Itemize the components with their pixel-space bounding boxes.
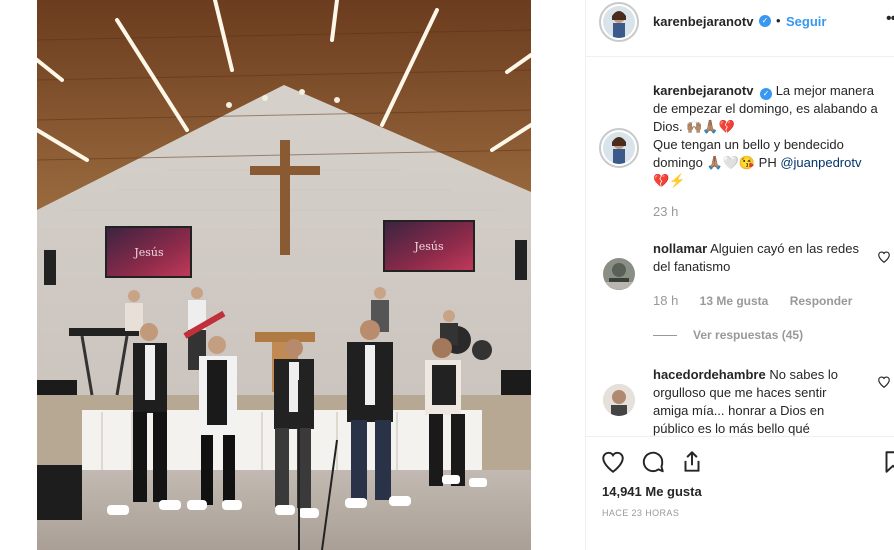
comment-time[interactable]: 18 h xyxy=(653,293,678,308)
mention-link[interactable]: @juanpedrotv xyxy=(780,155,861,170)
post-actions: 14,941 Me gusta HACE 23 HORAS xyxy=(586,436,894,550)
comment-likes[interactable]: 13 Me gusta xyxy=(700,294,769,308)
replies-divider xyxy=(653,335,677,337)
caption-avatar[interactable] xyxy=(599,128,639,168)
comment-meta: 18 h 13 Me gusta Responder xyxy=(653,293,870,308)
heart-icon[interactable] xyxy=(600,449,626,475)
comment-avatar[interactable] xyxy=(603,258,635,290)
comment-text: hacedordehambre No sabes lo orgulloso qu… xyxy=(653,366,865,436)
caption-body-3: 💔⚡ xyxy=(653,173,686,188)
caption-time[interactable]: 23 h xyxy=(653,204,678,219)
comment-text: nollamar Alguien cayó en las redes del f… xyxy=(653,240,865,276)
comments-list[interactable]: karenbejaranotv ✓ La mejor manera de emp… xyxy=(586,58,894,436)
reply-button[interactable]: Responder xyxy=(790,294,853,308)
view-replies[interactable]: Ver respuestas (45) xyxy=(653,328,803,342)
author-avatar[interactable] xyxy=(599,2,639,42)
post-photo[interactable]: Jesús Jesús xyxy=(37,0,531,550)
comment-username[interactable]: nollamar xyxy=(653,241,707,256)
verified-icon: ✓ xyxy=(759,15,771,27)
share-icon[interactable] xyxy=(679,449,705,475)
follow-button[interactable]: Seguir xyxy=(786,14,826,29)
likes-count[interactable]: 14,941 Me gusta xyxy=(602,484,702,499)
screen-text-left: Jesús xyxy=(133,246,164,259)
bookmark-icon[interactable] xyxy=(880,449,894,475)
verified-icon: ✓ xyxy=(760,88,773,100)
comment-like-icon[interactable] xyxy=(877,250,891,264)
comment-username[interactable]: hacedordehambre xyxy=(653,367,766,382)
post-timestamp[interactable]: HACE 23 HORAS xyxy=(602,508,679,518)
comment-icon[interactable] xyxy=(640,449,666,475)
comment-avatar[interactable] xyxy=(603,384,635,416)
post-media-pane: Jesús Jesús xyxy=(0,0,585,550)
more-icon[interactable]: ••• xyxy=(886,10,894,28)
post-sidebar: karenbejaranotv ✓ • Seguir ••• karenbeja… xyxy=(585,0,894,550)
post-header: karenbejaranotv ✓ • Seguir ••• xyxy=(586,0,894,57)
view-replies-label[interactable]: Ver respuestas (45) xyxy=(693,328,803,342)
separator: • xyxy=(776,13,781,28)
comment-like-icon[interactable] xyxy=(877,375,891,389)
caption-text: karenbejaranotv ✓ La mejor manera de emp… xyxy=(653,82,885,190)
caption-username[interactable]: karenbejaranotv xyxy=(653,83,753,98)
author-username[interactable]: karenbejaranotv xyxy=(653,14,753,29)
screen-text-right: Jesús xyxy=(413,240,444,253)
